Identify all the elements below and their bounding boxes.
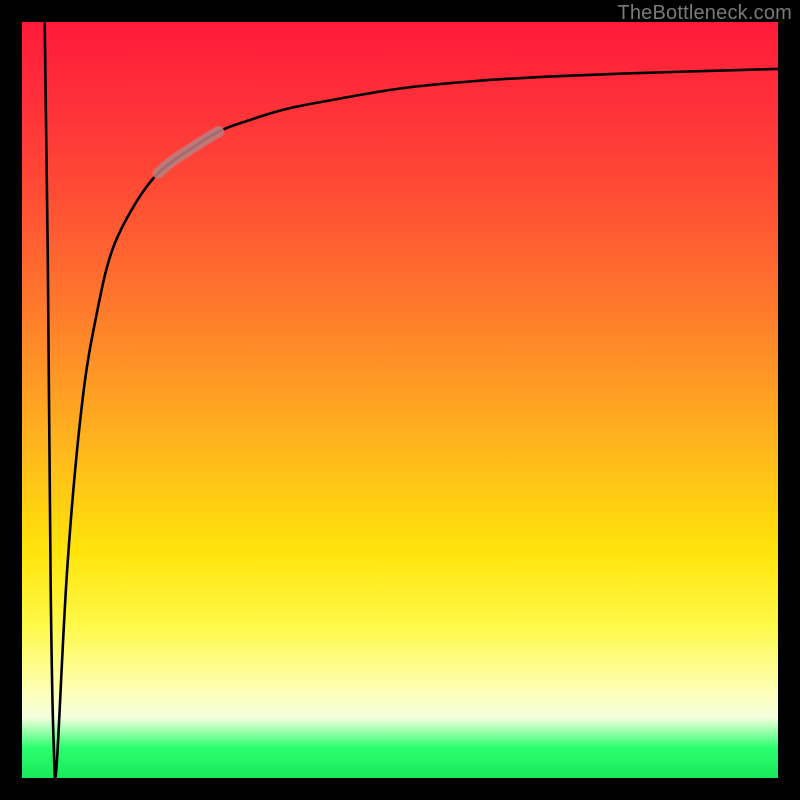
plot-area — [22, 22, 778, 778]
curve-svg — [22, 22, 778, 778]
highlight-path — [158, 132, 219, 174]
chart-container: TheBottleneck.com — [0, 0, 800, 800]
curve-path — [45, 22, 778, 779]
